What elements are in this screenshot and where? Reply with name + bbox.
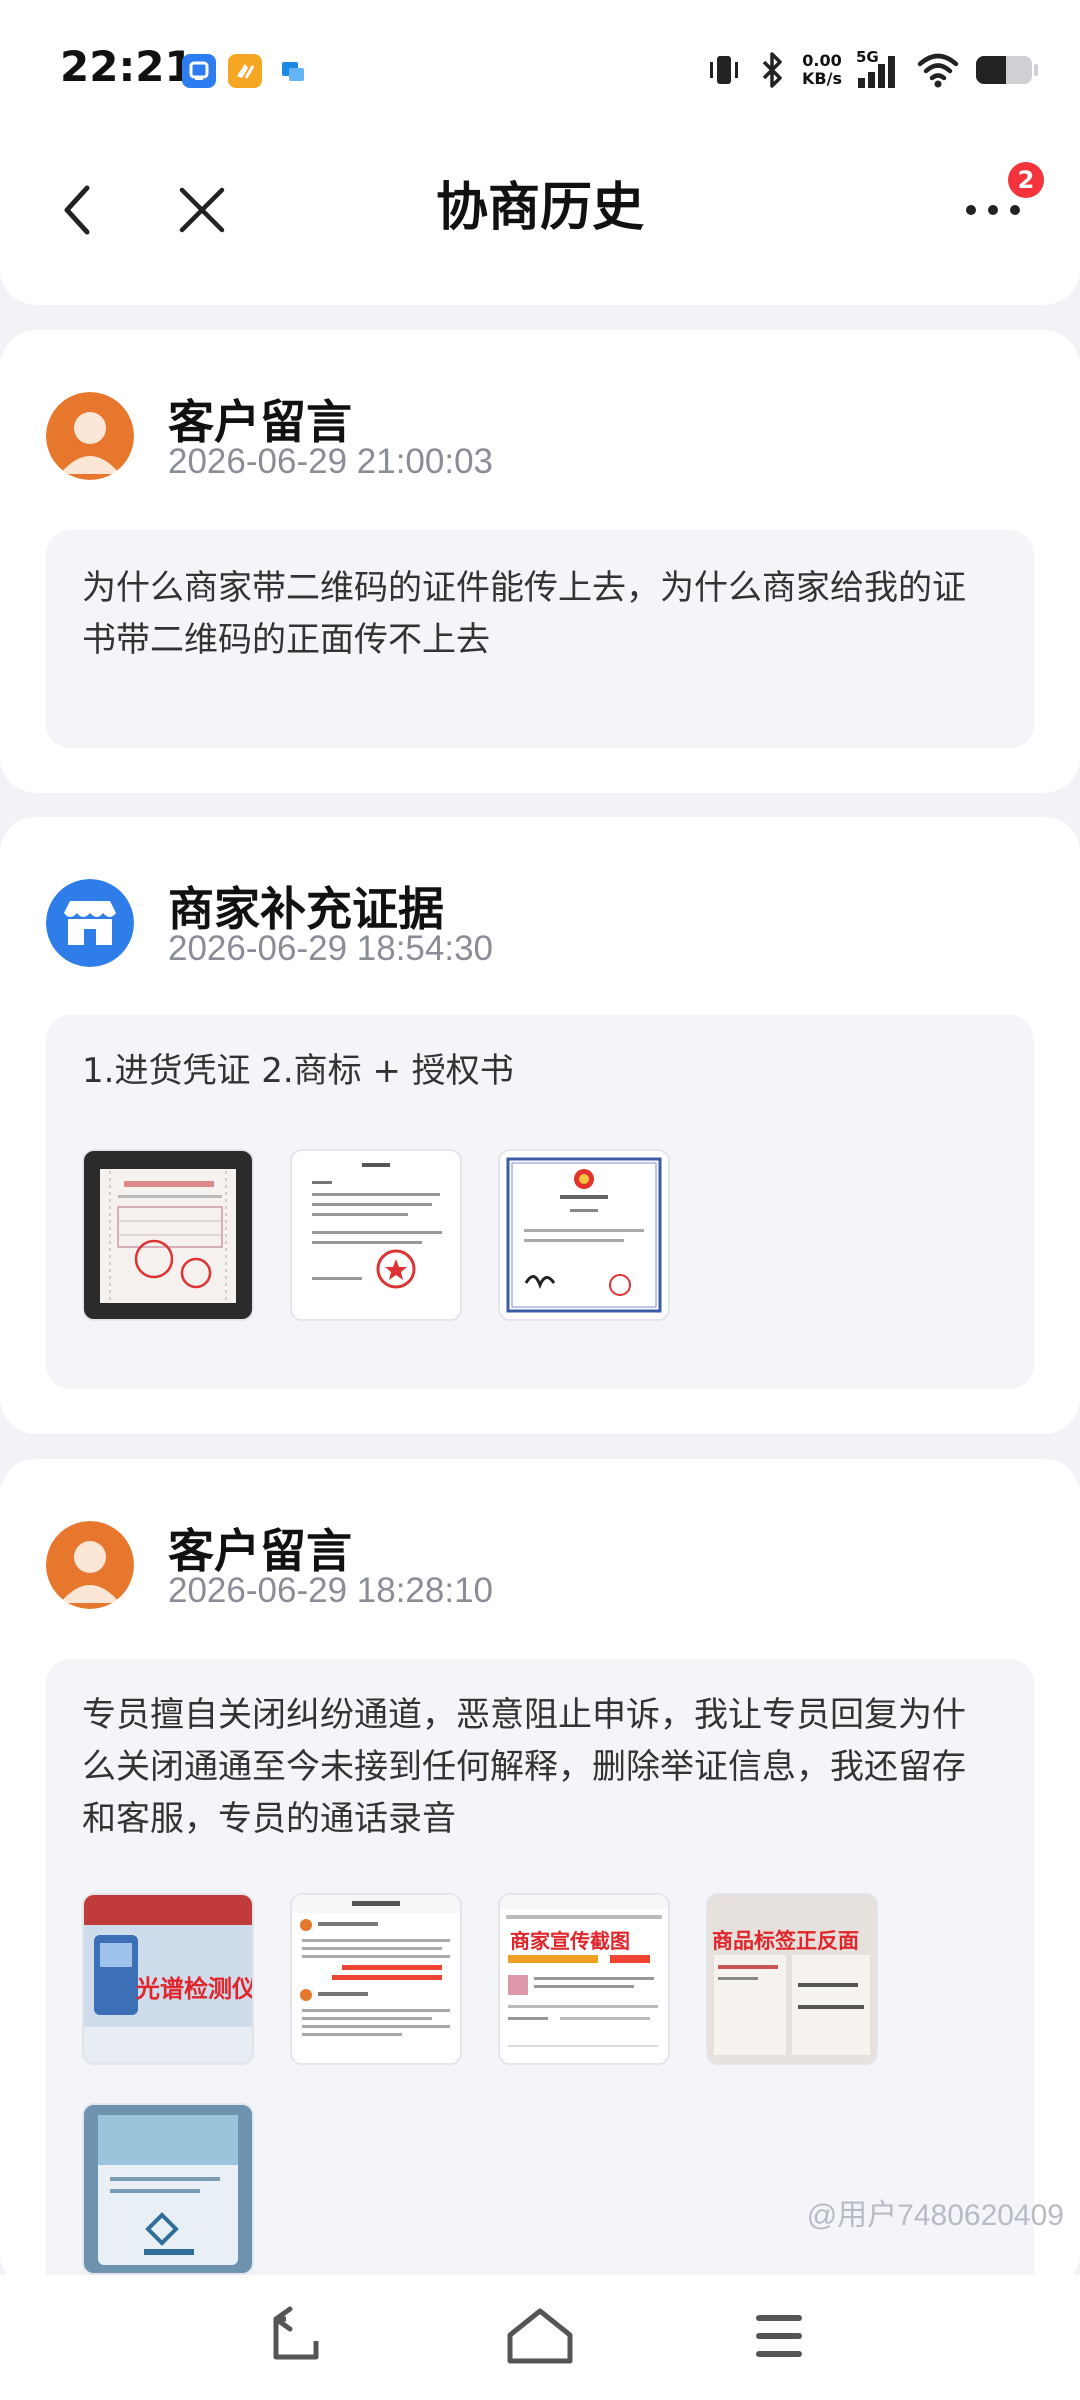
message-line: 和客服，专员的通话录音: [82, 1799, 456, 1839]
evidence-image-certificate[interactable]: [498, 1149, 670, 1321]
label-caption: 商品标签正反面: [712, 1929, 859, 1953]
message-line: 么关闭通通至今未接到任何解释，删除举证信息，我还留存: [82, 1747, 966, 1787]
back-nav-button[interactable]: [260, 2303, 340, 2373]
message-line: 专员擅自关闭纠纷通道，恶意阻止申诉，我让专员回复为什: [82, 1695, 966, 1735]
status-time: 22:21: [60, 42, 194, 91]
net-speed: 0.00 KB/s: [802, 52, 842, 88]
evidence-image-label[interactable]: 商品标签正反面: [706, 1893, 878, 2065]
history-card: 商家补充证据 2026-06-29 18:54:30 1.进货凭证 2.商标 +…: [0, 817, 1080, 1434]
entry-timestamp: 2026-06-29 21:00:03: [168, 442, 493, 481]
message-text: 专员擅自关闭纠纷通道，恶意阻止申诉，我让专员回复为什 么关闭通通至今未接到任何解…: [82, 1689, 998, 1845]
menu-nav-button[interactable]: [740, 2303, 820, 2373]
message-text: 1.进货凭证 2.商标 + 授权书: [82, 1045, 998, 1097]
app-icon-3: [276, 54, 310, 88]
home-nav-icon: [507, 2308, 573, 2364]
detector-caption: 光谱检测仪: [136, 1975, 254, 2003]
menu-nav-icon: [756, 2315, 802, 2357]
app-icon-2: [228, 54, 262, 88]
net-speed-unit: KB/s: [802, 69, 842, 88]
message-line: 书带二维码的正面传不上去: [82, 620, 490, 660]
history-card: 客户留言 2026-06-29 18:28:10 专员擅自关闭纠纷通道，恶意阻止…: [0, 1459, 1080, 2299]
evidence-image-negotiation[interactable]: [290, 1893, 462, 2065]
user-avatar-icon: [46, 392, 134, 480]
vibrate-icon: [710, 56, 739, 84]
home-nav-button[interactable]: [500, 2303, 580, 2373]
message-line: 1.进货凭证 2.商标 + 授权书: [82, 1051, 514, 1091]
entry-timestamp: 2026-06-29 18:54:30: [168, 929, 493, 968]
bluetooth-icon: [762, 52, 782, 88]
back-nav-icon: [273, 2306, 319, 2360]
message-bubble: 为什么商家带二维码的证件能传上去，为什么商家给我的证 书带二维码的正面传不上去: [46, 530, 1034, 748]
evidence-image-authorization[interactable]: [290, 1149, 462, 1321]
store-avatar-icon: [46, 879, 134, 967]
message-text: 为什么商家带二维码的证件能传上去，为什么商家给我的证 书带二维码的正面传不上去: [82, 562, 998, 666]
app-icon-1: [182, 54, 216, 88]
notification-badge: 2: [1008, 162, 1044, 198]
status-bar: 22:21 0.00 KB/s 5G: [0, 0, 1080, 140]
message-line: 为什么商家带二维码的证件能传上去，为什么商家给我的证: [82, 568, 966, 608]
user-avatar-icon: [46, 1521, 134, 1609]
message-bubble: 1.进货凭证 2.商标 + 授权书: [46, 1015, 1034, 1389]
system-nav-bar: [0, 2275, 1080, 2400]
promo-caption: 商家宣传截图: [510, 1929, 630, 1953]
signal-icon: 5G: [856, 48, 902, 90]
net-speed-value: 0.00: [802, 51, 842, 70]
evidence-image-detector[interactable]: 光谱检测仪: [82, 1893, 254, 2065]
evidence-image-invoice[interactable]: [82, 1149, 254, 1321]
entry-timestamp: 2026-06-29 18:28:10: [168, 1571, 493, 1610]
wifi-icon: [917, 53, 959, 88]
evidence-image-box[interactable]: [82, 2103, 254, 2275]
more-icon: [966, 205, 1020, 215]
watermark: @用户7480620409: [806, 2199, 1064, 2232]
evidence-image-promo[interactable]: 商家宣传截图: [498, 1893, 670, 2065]
more-button[interactable]: 2: [948, 162, 1044, 250]
battery-icon: [976, 56, 1038, 84]
history-card: 客户留言 2026-06-29 21:00:03 为什么商家带二维码的证件能传上…: [0, 330, 1080, 793]
title-bar: 协商历史 2: [0, 140, 1080, 305]
page-title: 协商历史: [435, 178, 644, 238]
